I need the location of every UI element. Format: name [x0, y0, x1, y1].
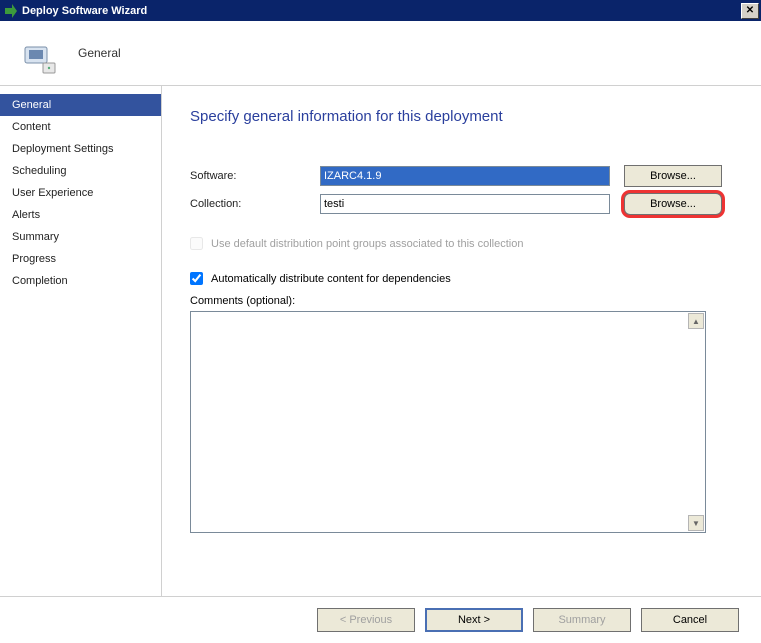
browse-software-button[interactable]: Browse... [624, 165, 722, 187]
scroll-down-icon[interactable]: ▼ [688, 515, 704, 531]
content-pane: Specify general information for this dep… [162, 86, 761, 596]
close-button[interactable]: ✕ [741, 3, 759, 19]
main-area: General Content Deployment Settings Sche… [0, 86, 761, 596]
summary-button: Summary [533, 608, 631, 632]
previous-button: < Previous [317, 608, 415, 632]
wizard-footer: < Previous Next > Summary Cancel [0, 596, 761, 642]
auto-distribute-label: Automatically distribute content for dep… [211, 273, 451, 285]
collection-input[interactable] [320, 194, 610, 214]
use-default-checkbox-row: Use default distribution point groups as… [190, 237, 733, 250]
software-label: Software: [190, 170, 320, 182]
software-row: Software: Browse... [190, 165, 733, 187]
header-section-title: General [78, 46, 121, 60]
header-band: General [0, 21, 761, 86]
comments-label: Comments (optional): [190, 295, 733, 307]
wizard-header-icon [15, 29, 63, 77]
sidebar-item-progress[interactable]: Progress [0, 248, 161, 270]
scroll-up-icon[interactable]: ▲ [688, 313, 704, 329]
sidebar-item-content[interactable]: Content [0, 116, 161, 138]
collection-row: Collection: Browse... [190, 193, 733, 215]
sidebar-item-summary[interactable]: Summary [0, 226, 161, 248]
wizard-sidebar: General Content Deployment Settings Sche… [0, 86, 162, 596]
collection-label: Collection: [190, 198, 320, 210]
sidebar-item-completion[interactable]: Completion [0, 270, 161, 292]
auto-distribute-checkbox[interactable] [190, 272, 203, 285]
page-title: Specify general information for this dep… [190, 108, 733, 125]
sidebar-item-scheduling[interactable]: Scheduling [0, 160, 161, 182]
titlebar: Deploy Software Wizard ✕ [0, 0, 761, 21]
sidebar-item-user-experience[interactable]: User Experience [0, 182, 161, 204]
use-default-checkbox [190, 237, 203, 250]
use-default-label: Use default distribution point groups as… [211, 238, 523, 250]
browse-collection-button[interactable]: Browse... [624, 193, 722, 215]
sidebar-item-deployment-settings[interactable]: Deployment Settings [0, 138, 161, 160]
comments-textarea[interactable]: ▲ ▼ [190, 311, 706, 533]
sidebar-item-general[interactable]: General [0, 94, 161, 116]
auto-distribute-checkbox-row[interactable]: Automatically distribute content for dep… [190, 272, 733, 285]
sidebar-item-alerts[interactable]: Alerts [0, 204, 161, 226]
titlebar-text: Deploy Software Wizard [22, 5, 741, 17]
app-icon [2, 3, 18, 19]
software-input[interactable] [320, 166, 610, 186]
next-button[interactable]: Next > [425, 608, 523, 632]
cancel-button[interactable]: Cancel [641, 608, 739, 632]
